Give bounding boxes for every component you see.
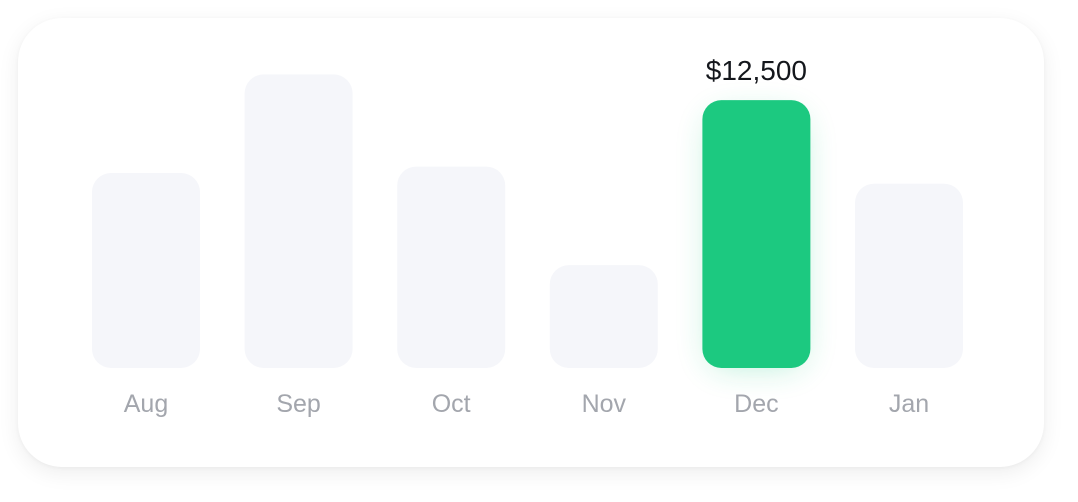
bar-oct[interactable] (397, 166, 506, 368)
bar-chart: Aug Sep Oct Nov Dec $12,500 Jan (92, 55, 963, 418)
x-tick-label-jan: Jan (889, 390, 929, 418)
x-tick-label-nov: Nov (582, 390, 627, 418)
x-tick-label-oct: Oct (432, 390, 471, 418)
bar-jan[interactable] (855, 183, 963, 368)
bar-dec[interactable] (702, 100, 811, 369)
x-tick-label-dec: Dec (734, 390, 778, 418)
highlighted-value-label: $12,500 (706, 55, 807, 86)
x-tick-label-sep: Sep (276, 390, 320, 418)
bar-sep[interactable] (244, 74, 353, 368)
bar-nov[interactable] (549, 265, 658, 368)
bar-aug[interactable] (92, 173, 200, 368)
x-tick-label-aug: Aug (124, 390, 168, 418)
